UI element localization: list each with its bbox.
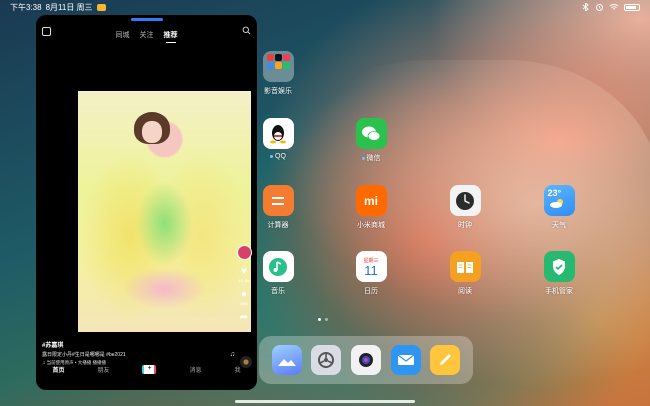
security-icon [543,251,575,282]
status-right [581,3,640,11]
mi-store-icon: mi [355,185,387,216]
status-date: 8月11日 周三 [45,2,93,12]
camera-icon[interactable] [350,345,381,375]
create-button[interactable]: + [142,364,157,374]
folder-icon [262,51,294,82]
app-qq[interactable]: QQ [248,118,308,160]
like-icon[interactable]: ♥ [238,266,250,277]
app-music[interactable]: 音乐 [248,251,308,296]
notification-icon [96,3,106,11]
app-label: 音乐 [271,288,285,295]
app-security[interactable]: 手机管家 [529,251,589,296]
qq-icon [262,118,294,149]
app-reader[interactable]: 阅读 [435,251,495,296]
music-note-icon: ♫ [229,351,235,358]
video-subject-face [142,121,162,143]
action-rail: ♥ 10.3w ● 2584 ➦ [235,245,253,323]
clock-icon [449,185,481,216]
app-label: 阅读 [458,288,472,295]
app-media-folder[interactable]: 影音娱乐 [248,51,308,96]
creator-avatar[interactable] [236,245,252,260]
comment-count: 2584 [239,301,249,306]
app-calendar[interactable]: 星期三 11 日历 [341,251,401,296]
window-drag-handle[interactable] [131,18,163,21]
app-label: 微信 [366,155,381,162]
app-label: 手机管家 [545,288,573,295]
tab-recommended[interactable]: 推荐 [164,30,178,43]
app-label: QQ [275,153,286,160]
mail-icon[interactable] [390,345,421,375]
calendar-day: 11 [364,262,378,278]
app-label: 计算器 [267,222,289,229]
calendar-icon: 星期三 11 [355,251,387,282]
tab-following[interactable]: 关注 [140,30,154,40]
page-dot[interactable] [318,318,321,321]
share-icon[interactable]: ➦ [238,312,250,323]
app-clock[interactable]: 时钟 [435,185,495,230]
app-label: 小米商城 [357,222,385,229]
nav-friends[interactable]: 朋友 [97,365,109,374]
video-description: 露日限定小丹#生日是哪哪是 #be2021 [42,352,126,358]
status-time: 下午3:38 [10,2,42,12]
app-calculator[interactable]: 计算器 [248,185,308,230]
page-dot[interactable] [325,318,328,321]
app-label: 天气 [552,222,566,229]
comment-icon[interactable]: ● [238,289,250,300]
bottom-nav: 首页 朋友 + 消息 我 [36,362,257,376]
battery-icon [624,3,640,11]
app-label: 日历 [364,288,378,295]
search-icon[interactable] [242,26,251,35]
weather-temp: 23° [547,188,562,198]
book-icon [449,251,481,282]
app-wechat[interactable]: 微信 [341,118,401,163]
wechat-icon [355,118,387,149]
video-user[interactable]: #苏嘉琪 [42,340,222,349]
app-label: 时钟 [458,222,472,229]
tab-local[interactable]: 同城 [116,30,130,40]
calculator-icon [262,185,294,216]
alarm-icon [596,4,603,11]
gallery-icon[interactable] [271,345,302,375]
dock [259,336,473,384]
bluetooth-icon [582,3,589,11]
settings-icon[interactable] [311,345,342,375]
new-dot-icon [270,155,274,158]
nav-home[interactable]: 首页 [52,365,64,374]
new-dot-icon [361,156,365,160]
status-left: 下午3:38 8月11日 周三 [10,2,106,13]
app-label: 影音娱乐 [264,88,292,95]
home-indicator[interactable] [235,400,415,403]
app-mi-store[interactable]: mi 小米商城 [341,185,401,230]
floating-window[interactable]: 同城 关注 推荐 ♥ 10.3w ● 2584 ➦ #苏嘉琪 露日限定小丹#生日… [36,15,257,390]
feed-tabs: 同城 关注 推荐 [36,26,257,44]
nav-me[interactable]: 我 [234,365,240,374]
status-bar: 下午3:38 8月11日 周三 [0,0,650,14]
app-weather[interactable]: 23° 天气 [529,185,589,230]
nav-messages[interactable]: 消息 [189,365,201,374]
weather-icon: 23° [543,185,575,216]
wifi-icon [609,4,619,10]
page-indicator [318,318,328,321]
like-count: 10.3w [238,278,250,283]
mi-logo: mi [363,193,378,208]
notes-icon[interactable] [430,345,461,375]
music-icon [262,251,294,282]
